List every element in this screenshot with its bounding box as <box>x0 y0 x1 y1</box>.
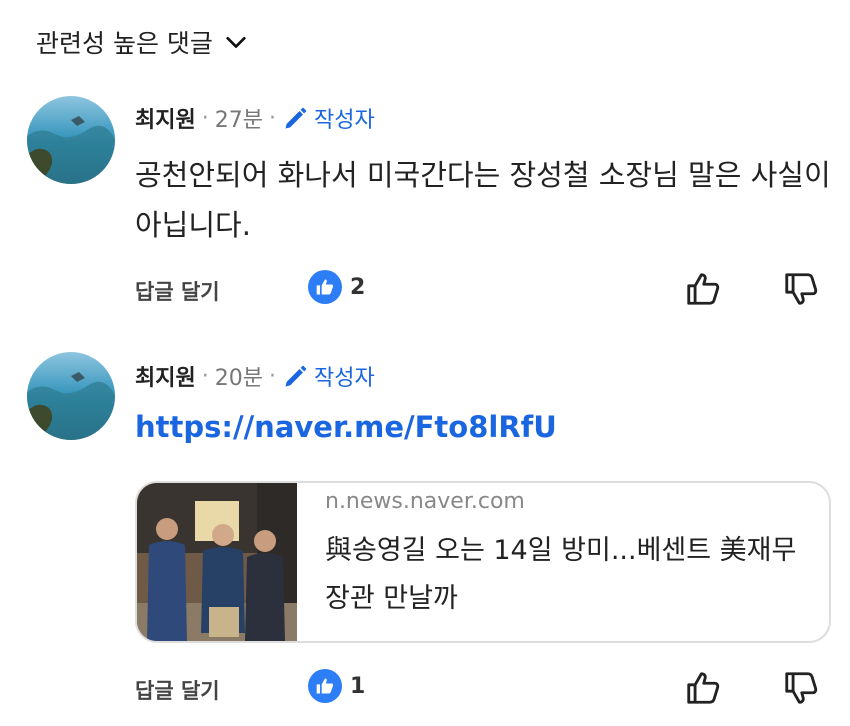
chevron-down-icon <box>226 36 246 48</box>
comment-author[interactable]: 최지원 <box>135 102 196 134</box>
link-preview-card[interactable]: n.news.naver.com 與송영길 오는 14일 방미...베센트 美재… <box>135 481 831 643</box>
like-badge-icon <box>308 669 342 703</box>
sort-dropdown[interactable]: 관련성 높은 댓글 <box>36 24 247 60</box>
avatar[interactable] <box>27 352 115 440</box>
comment-text: 공천안되어 화나서 미국간다는 장성철 소장님 말은 사실이 아닙니다. <box>135 158 831 242</box>
pencil-icon <box>285 365 307 387</box>
author-badge-label: 작성자 <box>313 366 375 391</box>
avatar[interactable] <box>27 96 115 184</box>
comment-actions: 답글 달기 2 <box>0 270 850 310</box>
comment-link[interactable]: https://naver.me/Fto8lRfU <box>135 410 557 444</box>
reply-button[interactable]: 답글 달기 <box>135 675 220 705</box>
separator-dot: · <box>268 105 276 131</box>
like-count: 1 <box>350 673 366 699</box>
author-badge-label: 작성자 <box>313 108 375 133</box>
separator-dot: · <box>268 363 276 389</box>
like-count-badge: 2 <box>308 270 365 304</box>
thumbs-up-icon[interactable] <box>684 669 722 707</box>
thumbs-up-icon[interactable] <box>684 270 722 308</box>
comment-time: 20분 <box>214 366 263 391</box>
news-thumbnail <box>137 483 297 641</box>
author-badge: 작성자 <box>282 102 375 134</box>
thumbs-down-icon[interactable] <box>782 669 820 707</box>
comment-meta: 최지원 · 27분 · 작성자 <box>135 102 375 134</box>
thumbs-down-icon[interactable] <box>782 270 820 308</box>
like-count: 2 <box>350 274 366 300</box>
separator-dot: · <box>201 363 209 389</box>
comment-meta: 최지원 · 20분 · 작성자 <box>135 360 375 392</box>
author-badge: 작성자 <box>282 360 375 392</box>
separator-dot: · <box>201 105 209 131</box>
like-count-badge: 1 <box>308 669 365 703</box>
link-preview-title: 與송영길 오는 14일 방미...베센트 美재무장관 만날까 <box>325 535 797 614</box>
comment-time: 27분 <box>214 108 263 133</box>
reply-button[interactable]: 답글 달기 <box>135 276 220 306</box>
comment-author[interactable]: 최지원 <box>135 360 196 392</box>
comment-actions: 답글 달기 1 <box>0 669 850 709</box>
link-preview-domain: n.news.naver.com <box>325 489 525 514</box>
sort-label: 관련성 높은 댓글 <box>36 29 213 58</box>
pencil-icon <box>285 107 307 129</box>
like-badge-icon <box>308 270 342 304</box>
